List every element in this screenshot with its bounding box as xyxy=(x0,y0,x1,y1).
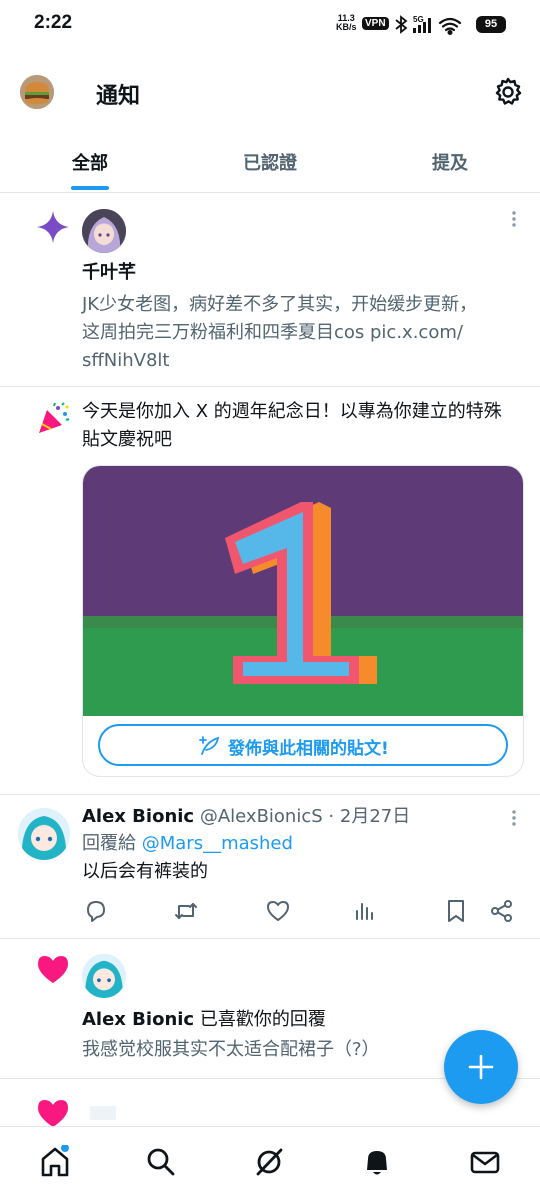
row-divider xyxy=(0,938,540,939)
like-icon[interactable] xyxy=(265,898,291,924)
vpn-badge: VPN xyxy=(362,17,389,30)
net-speed: 11.3 KB/s xyxy=(336,13,357,32)
reply-prefix: 回覆給 xyxy=(82,833,136,854)
tab-all[interactable]: 全部 xyxy=(52,149,128,175)
notifications-bell-icon[interactable] xyxy=(360,1145,394,1179)
grok-icon[interactable] xyxy=(252,1145,286,1179)
notification-author[interactable]: 千叶芊 xyxy=(82,259,136,287)
notification-text-line: JK少女老图，病好差不多了其实，开始缓步更新， xyxy=(82,294,478,315)
settings-gear-icon[interactable] xyxy=(492,76,524,108)
anime-avatar-icon xyxy=(82,209,126,253)
notification-text-line: sffNihV8lt xyxy=(82,350,170,371)
reply-icon[interactable] xyxy=(83,898,109,924)
heart-icon xyxy=(38,1100,68,1127)
row-divider xyxy=(0,386,540,387)
plus-icon xyxy=(468,1054,494,1080)
row-divider xyxy=(0,794,540,795)
party-popper-icon xyxy=(39,402,70,433)
compose-fab-button[interactable] xyxy=(444,1030,518,1104)
anniversary-image xyxy=(83,466,523,716)
more-options-icon[interactable] xyxy=(504,808,524,828)
compose-feather-icon xyxy=(199,736,220,755)
anime-avatar-icon xyxy=(18,808,70,860)
home-icon[interactable] xyxy=(38,1145,72,1179)
reply-to-handle[interactable]: @Mars__mashed xyxy=(142,833,293,854)
small-avatar[interactable] xyxy=(90,1106,116,1120)
liked-reply-text: 我感觉校服其实不太适合配裙子（?） xyxy=(82,1039,380,1060)
burger-avatar-icon xyxy=(20,75,54,109)
bottom-nav xyxy=(0,1126,540,1200)
tweet-separator: · xyxy=(328,806,335,827)
liker-name[interactable]: Alex Bionic xyxy=(82,1009,194,1030)
tweet-text: 以后会有裤装的 xyxy=(82,861,208,882)
sparkle-icon xyxy=(37,211,69,243)
reply-to-line: 回覆給 @Mars__mashed xyxy=(82,832,293,856)
notification-text-line: 这周拍完三万粉福利和四季夏目cos pic.x.com/ xyxy=(82,322,463,343)
status-time: 2:22 xyxy=(34,12,73,33)
retweet-icon[interactable] xyxy=(173,898,199,924)
status-bar: 2:22 11.3 KB/s VPN 5G 95 xyxy=(0,0,540,50)
anniversary-text-line: 貼文慶祝吧 xyxy=(82,429,172,450)
more-options-icon[interactable] xyxy=(504,209,524,229)
tweet-header: Alex Bionic @AlexBionicS · 2月27日 xyxy=(82,806,410,828)
active-tab-indicator xyxy=(71,186,109,190)
alex-avatar[interactable] xyxy=(18,808,70,860)
status-icons: 5G xyxy=(395,15,462,36)
tweet-date[interactable]: 2月27日 xyxy=(340,806,410,827)
notification-item[interactable]: 千叶芊 JK少女老图，病好差不多了其实，开始缓步更新， 这周拍完三万粉福利和四季… xyxy=(0,193,540,386)
alex-avatar[interactable] xyxy=(82,954,126,998)
views-icon[interactable] xyxy=(352,898,378,924)
post-anniversary-button[interactable]: 發佈與此相關的貼文! xyxy=(98,724,508,766)
messages-icon[interactable] xyxy=(468,1145,502,1179)
signal-type: 5G xyxy=(413,15,424,24)
tweet-author-handle[interactable]: @AlexBionicS xyxy=(200,806,323,827)
like-action-text: 已喜歡你的回覆 xyxy=(199,1009,326,1030)
anniversary-text-line: 今天是你加入 X 的週年紀念日！以專為你建立的特殊 xyxy=(82,401,502,422)
bluetooth-icon xyxy=(395,15,408,34)
user-avatar[interactable] xyxy=(82,209,126,253)
search-icon[interactable] xyxy=(144,1145,178,1179)
tab-mentions[interactable]: 提及 xyxy=(410,149,490,175)
battery-indicator: 95 xyxy=(476,16,506,33)
post-button-label: 發佈與此相關的貼文! xyxy=(228,739,389,759)
heart-icon xyxy=(38,956,68,983)
anime-avatar-icon xyxy=(82,954,126,998)
page-title: 通知 xyxy=(96,84,141,109)
anniversary-card[interactable]: 發佈與此相關的貼文! xyxy=(82,465,524,777)
bookmark-icon[interactable] xyxy=(443,898,469,924)
tab-verified[interactable]: 已認證 xyxy=(220,149,320,175)
profile-avatar[interactable] xyxy=(20,75,54,109)
share-icon[interactable] xyxy=(489,898,515,924)
like-notification-line: Alex Bionic 已喜歡你的回覆 xyxy=(82,1006,326,1034)
tweet-author-name[interactable]: Alex Bionic xyxy=(82,806,194,827)
wifi-icon xyxy=(438,17,462,36)
